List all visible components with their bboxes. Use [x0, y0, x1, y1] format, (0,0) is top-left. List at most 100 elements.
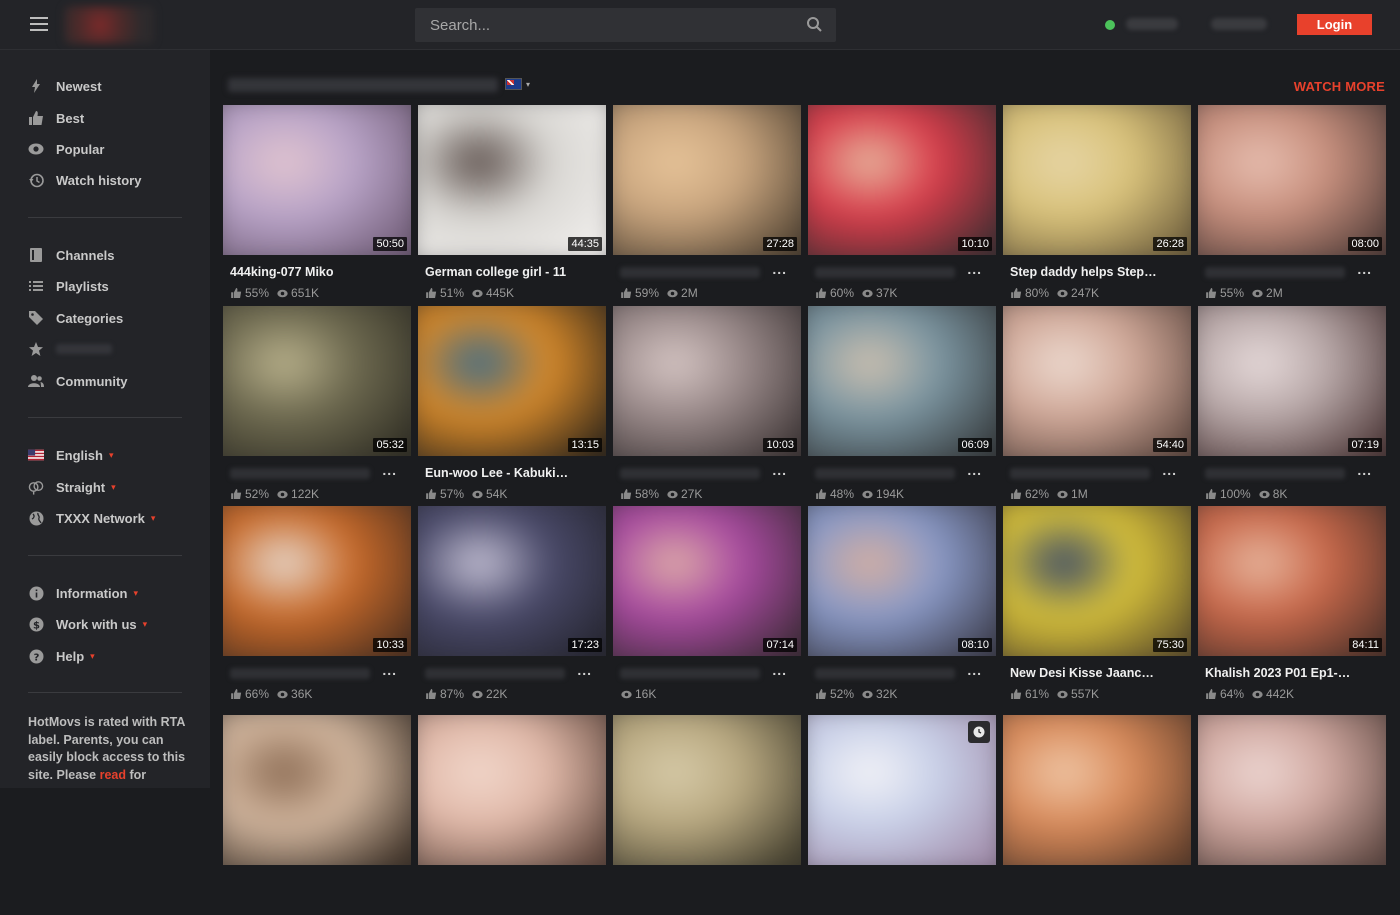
video-card[interactable]: [808, 715, 996, 915]
video-thumbnail[interactable]: 08:10: [808, 506, 996, 656]
video-card[interactable]: 05:32... 52% 122K: [223, 306, 411, 506]
video-title[interactable]: Eun-woo Lee - Kabukicho...: [425, 466, 575, 480]
video-title-blurred[interactable]: [1205, 468, 1345, 479]
video-title-blurred[interactable]: [230, 468, 370, 479]
video-thumbnail[interactable]: 44:35: [418, 105, 606, 255]
more-options-icon[interactable]: ...: [577, 662, 592, 678]
more-options-icon[interactable]: ...: [967, 462, 982, 478]
video-card[interactable]: [1198, 715, 1386, 915]
video-title-blurred[interactable]: [1205, 267, 1345, 278]
video-thumbnail[interactable]: [613, 715, 801, 865]
video-thumbnail[interactable]: [1003, 715, 1191, 865]
video-title[interactable]: German college girl - 11: [425, 265, 575, 279]
video-title-blurred[interactable]: [815, 468, 955, 479]
sidebar-item-channels[interactable]: Channels: [28, 245, 115, 265]
search-icon[interactable]: [804, 14, 826, 36]
video-thumbnail[interactable]: 07:19: [1198, 306, 1386, 456]
video-card[interactable]: [613, 715, 801, 915]
video-thumbnail[interactable]: 26:28: [1003, 105, 1191, 255]
more-options-icon[interactable]: ...: [967, 662, 982, 678]
login-button[interactable]: Login: [1297, 14, 1372, 35]
more-options-icon[interactable]: ...: [1357, 261, 1372, 277]
more-options-icon[interactable]: ...: [772, 462, 787, 478]
video-card[interactable]: 26:28 Step daddy helps Step da... 80% 247K: [1003, 105, 1191, 305]
video-card[interactable]: 10:10... 60% 37K: [808, 105, 996, 305]
sidebar-item-playlists[interactable]: Playlists: [28, 276, 109, 296]
sidebar-item-information[interactable]: Information ▾: [28, 583, 138, 603]
video-thumbnail[interactable]: 50:50: [223, 105, 411, 255]
video-thumbnail[interactable]: 54:40: [1003, 306, 1191, 456]
video-card[interactable]: 75:30 New Desi Kisse Jaanch P... 61% 557K: [1003, 506, 1191, 706]
read-link[interactable]: read: [100, 768, 126, 782]
video-card[interactable]: 27:28... 59% 2M: [613, 105, 801, 305]
more-options-icon[interactable]: ...: [967, 261, 982, 277]
video-title-blurred[interactable]: [230, 668, 370, 679]
video-thumbnail[interactable]: [808, 715, 996, 865]
video-card[interactable]: 06:09... 48% 194K: [808, 306, 996, 506]
video-thumbnail[interactable]: 27:28: [613, 105, 801, 255]
video-thumbnail[interactable]: 84:11: [1198, 506, 1386, 656]
sidebar-item-categories[interactable]: Categories: [28, 308, 123, 328]
video-thumbnail[interactable]: 08:00: [1198, 105, 1386, 255]
sidebar-item-help[interactable]: ? Help ▾: [28, 646, 95, 666]
more-options-icon[interactable]: ...: [1357, 462, 1372, 478]
video-title[interactable]: Khalish 2023 P01 Ep1-3 Ul...: [1205, 666, 1355, 680]
video-card[interactable]: 10:33... 66% 36K: [223, 506, 411, 706]
video-thumbnail[interactable]: 10:33: [223, 506, 411, 656]
more-options-icon[interactable]: ...: [382, 662, 397, 678]
video-card[interactable]: 50:50 444king-077 Miko 55% 651K: [223, 105, 411, 305]
sidebar-item-english[interactable]: English ▾: [28, 445, 113, 465]
video-card[interactable]: [418, 715, 606, 915]
video-thumbnail[interactable]: 13:15: [418, 306, 606, 456]
video-title-blurred[interactable]: [620, 668, 760, 679]
au-flag-icon[interactable]: [505, 78, 522, 90]
video-thumbnail[interactable]: 06:09: [808, 306, 996, 456]
video-title[interactable]: New Desi Kisse Jaanch P...: [1010, 666, 1160, 680]
video-title-blurred[interactable]: [620, 468, 760, 479]
video-title-blurred[interactable]: [425, 668, 565, 679]
sidebar-item-straight[interactable]: Straight ▾: [28, 477, 116, 497]
video-title-blurred[interactable]: [815, 267, 955, 278]
video-thumbnail[interactable]: 75:30: [1003, 506, 1191, 656]
video-thumbnail[interactable]: 07:14: [613, 506, 801, 656]
video-thumbnail[interactable]: 05:32: [223, 306, 411, 456]
more-options-icon[interactable]: ...: [382, 462, 397, 478]
video-thumbnail[interactable]: 17:23: [418, 506, 606, 656]
video-card[interactable]: 10:03... 58% 27K: [613, 306, 801, 506]
video-title-blurred[interactable]: [620, 267, 760, 278]
video-card[interactable]: [1003, 715, 1191, 915]
sidebar-item-newest[interactable]: Newest: [28, 76, 102, 96]
video-card[interactable]: 17:23... 87% 22K: [418, 506, 606, 706]
sidebar-item-work-with-us[interactable]: $ Work with us ▾: [28, 614, 147, 634]
sidebar-item-hidden[interactable]: [28, 339, 112, 359]
video-card[interactable]: 54:40... 62% 1M: [1003, 306, 1191, 506]
video-title[interactable]: 444king-077 Miko: [230, 265, 380, 279]
video-card[interactable]: 84:11 Khalish 2023 P01 Ep1-3 Ul... 64% 442K: [1198, 506, 1386, 706]
video-thumbnail[interactable]: [223, 715, 411, 865]
search-input[interactable]: [415, 8, 795, 42]
video-card[interactable]: 07:14... 16K: [613, 506, 801, 706]
sidebar-item-community[interactable]: Community: [28, 371, 128, 391]
video-title[interactable]: Step daddy helps Step da...: [1010, 265, 1160, 279]
video-card[interactable]: 08:10... 52% 32K: [808, 506, 996, 706]
more-options-icon[interactable]: ...: [772, 662, 787, 678]
chevron-down-icon[interactable]: ▾: [526, 80, 530, 89]
more-options-icon[interactable]: ...: [1162, 462, 1177, 478]
video-card[interactable]: 07:19... 100% 8K: [1198, 306, 1386, 506]
video-card[interactable]: 44:35 German college girl - 11 51% 445K: [418, 105, 606, 305]
upload-link-blurred[interactable]: [1211, 18, 1267, 30]
video-card[interactable]: 08:00... 55% 2M: [1198, 105, 1386, 305]
video-thumbnail[interactable]: 10:03: [613, 306, 801, 456]
video-card[interactable]: 13:15 Eun-woo Lee - Kabukicho... 57% 54K: [418, 306, 606, 506]
video-thumbnail[interactable]: 10:10: [808, 105, 996, 255]
sidebar-item-popular[interactable]: Popular: [28, 139, 104, 159]
video-title-blurred[interactable]: [815, 668, 955, 679]
video-thumbnail[interactable]: [418, 715, 606, 865]
watch-more-link[interactable]: WATCH MORE: [1294, 79, 1385, 94]
menu-icon[interactable]: [30, 17, 48, 31]
sidebar-item-best[interactable]: Best: [28, 108, 84, 128]
sidebar-item-txxx-network[interactable]: TXXX Network ▾: [28, 508, 155, 528]
sidebar-item-watch-history[interactable]: Watch history: [28, 170, 141, 190]
video-thumbnail[interactable]: [1198, 715, 1386, 865]
video-title-blurred[interactable]: [1010, 468, 1150, 479]
